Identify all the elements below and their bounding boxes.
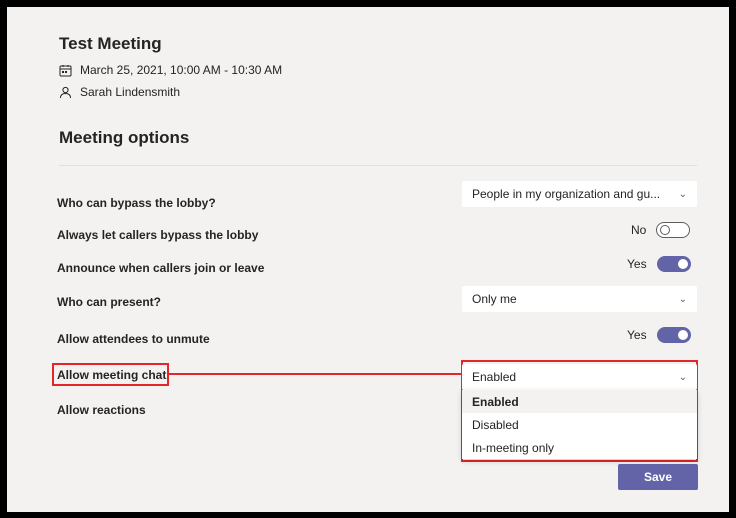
toggle-knob	[677, 259, 688, 269]
save-button[interactable]: Save	[618, 464, 698, 490]
chevron-down-icon: ⌄	[678, 371, 687, 383]
bypass-lobby-value: People in my organization and gu...	[472, 187, 661, 201]
highlight-connector-line	[169, 373, 462, 375]
announce-state: Yes	[627, 257, 647, 271]
meeting-title: Test Meeting	[59, 34, 162, 53]
chat-select[interactable]: Enabled ⌄	[462, 364, 697, 390]
divider	[59, 165, 697, 166]
chat-value: Enabled	[472, 370, 517, 384]
bypass-lobby-label: Who can bypass the lobby?	[57, 196, 216, 210]
person-icon	[60, 86, 71, 98]
announce-label: Announce when callers join or leave	[57, 261, 265, 275]
chat-label: Allow meeting chat	[57, 368, 167, 382]
chat-option-in-meeting-only[interactable]: In-meeting only	[462, 436, 697, 459]
chat-dropdown-menu: Enabled Disabled In-meeting only	[462, 390, 697, 459]
announce-toggle-row: Yes	[627, 256, 691, 272]
unmute-state: Yes	[627, 328, 647, 342]
callers-bypass-toggle-row: No	[631, 222, 691, 238]
presenter-select[interactable]: Only me ⌄	[462, 286, 697, 312]
chevron-down-icon: ⌄	[678, 293, 687, 305]
callers-bypass-label: Always let callers bypass the lobby	[57, 228, 259, 242]
toggle-knob	[660, 225, 671, 235]
chat-option-enabled[interactable]: Enabled	[462, 390, 697, 413]
meeting-datetime: March 25, 2021, 10:00 AM - 10:30 AM	[80, 63, 283, 77]
toggle-knob	[677, 330, 688, 340]
callers-bypass-toggle[interactable]	[656, 222, 691, 238]
calendar-icon	[59, 64, 72, 76]
unmute-toggle-row: Yes	[627, 327, 691, 343]
section-title: Meeting options	[59, 128, 190, 147]
presenter-value: Only me	[472, 292, 517, 306]
meeting-organizer-row: Sarah Lindensmith	[59, 85, 180, 99]
callers-bypass-state: No	[631, 223, 647, 237]
unmute-label: Allow attendees to unmute	[57, 332, 210, 346]
chevron-down-icon: ⌄	[678, 188, 687, 200]
bypass-lobby-select[interactable]: People in my organization and gu... ⌄	[462, 181, 697, 207]
presenter-label: Who can present?	[57, 295, 162, 309]
meeting-organizer: Sarah Lindensmith	[80, 85, 181, 99]
unmute-toggle[interactable]	[656, 327, 691, 343]
announce-toggle[interactable]	[656, 256, 691, 272]
meeting-options-page: Test Meeting March 25, 2021, 10:00 AM - …	[7, 7, 729, 512]
meeting-datetime-row: March 25, 2021, 10:00 AM - 10:30 AM	[59, 63, 282, 77]
chat-option-disabled[interactable]: Disabled	[462, 413, 697, 436]
reactions-label: Allow reactions	[57, 403, 146, 417]
